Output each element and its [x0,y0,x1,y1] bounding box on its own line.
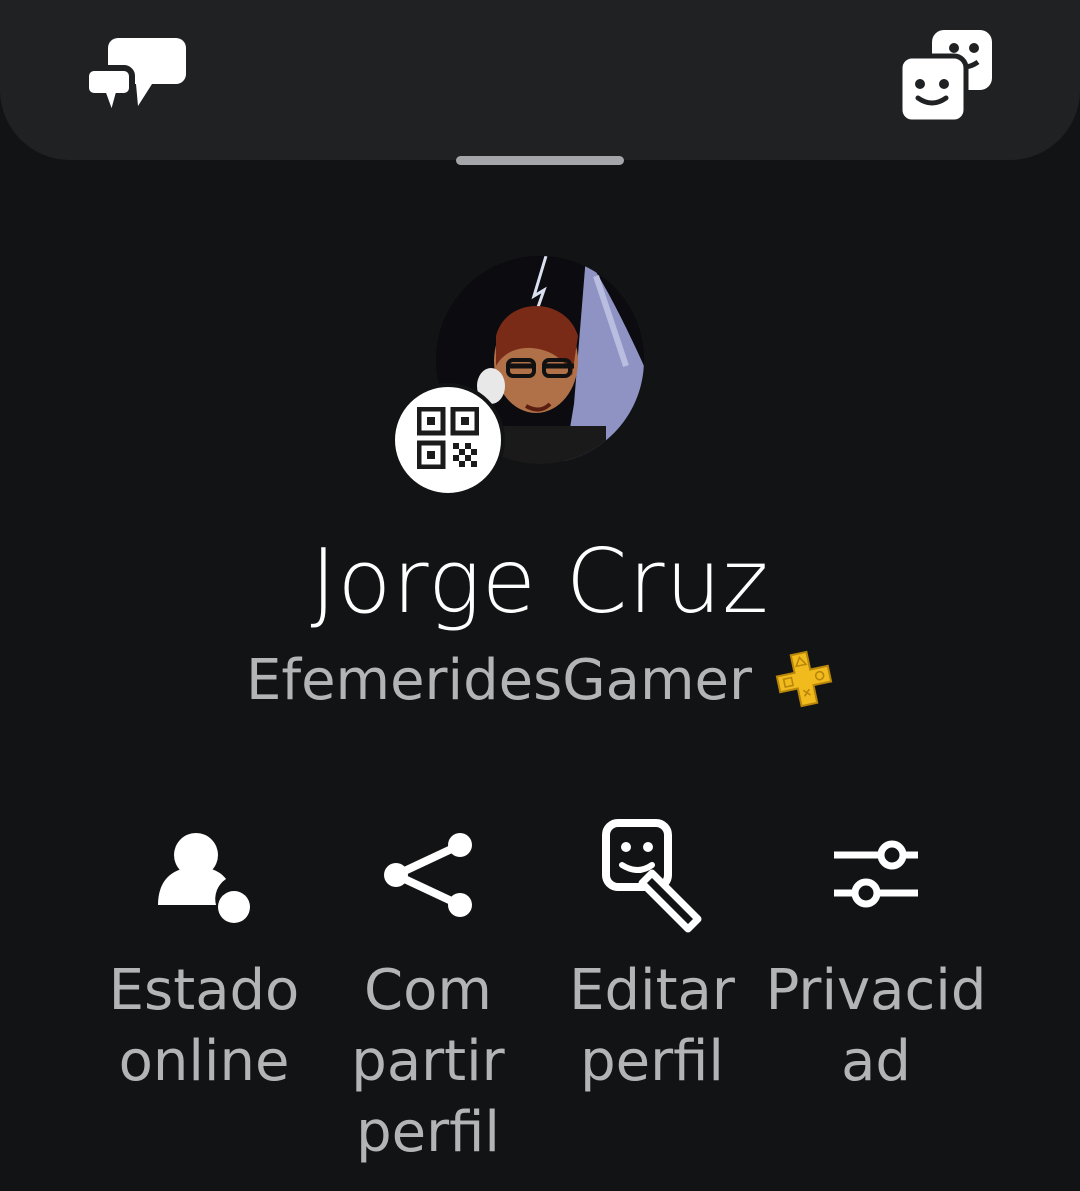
share-profile-button[interactable]: Com partir perfil [314,815,542,1168]
friends-faces-icon[interactable] [896,26,996,126]
profile-actions: Estado online Com partir perfil Editar p… [90,815,1010,1175]
edit-avatar-icon [538,815,766,935]
top-bar [0,0,1080,160]
online-status-button[interactable]: Estado online [90,815,318,1097]
qr-code-icon [416,406,480,473]
action-label: Estado online [108,958,300,1094]
online-id: EfemeridesGamer [245,648,753,713]
share-icon [314,815,542,935]
drag-handle[interactable] [456,156,624,165]
privacy-button[interactable]: Privacid ad [762,815,990,1097]
user-status-icon [90,815,318,935]
action-label: Privacid ad [765,958,987,1094]
ps-plus-icon [774,649,834,713]
chat-bubbles-icon[interactable] [82,30,190,128]
sliders-icon [762,815,990,935]
online-id-row: EfemeridesGamer [0,648,1080,713]
action-label: Com partir perfil [351,958,505,1165]
qr-code-button[interactable] [391,383,505,497]
display-name: Jorge Cruz [310,530,770,633]
edit-profile-button[interactable]: Editar perfil [538,815,766,1097]
action-label: Editar perfil [569,958,735,1094]
